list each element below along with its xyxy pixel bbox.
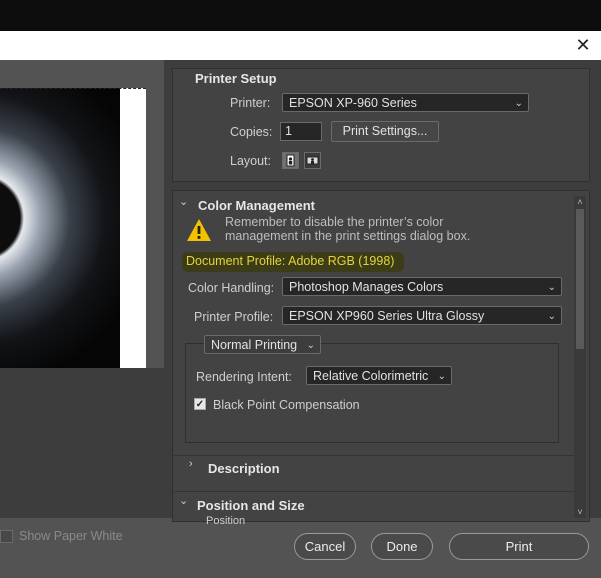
printer-profile-dropdown[interactable]: EPSON XP960 Series Ultra Glossy ⌄ (282, 306, 562, 325)
chevron-down-icon[interactable]: ⌄ (179, 494, 188, 507)
chevron-down-icon: ⌄ (437, 371, 446, 382)
chevron-down-icon: ⌄ (547, 282, 556, 293)
rendering-intent-dropdown[interactable]: Relative Colorimetric ⌄ (306, 366, 452, 385)
printing-mode-value: Normal Printing (211, 338, 298, 352)
preview-margin-line (0, 88, 146, 89)
black-point-checkbox[interactable]: ✓ (194, 398, 206, 410)
position-label: Position (206, 515, 246, 524)
show-paper-white-checkbox[interactable] (0, 529, 13, 543)
printer-profile-value: EPSON XP960 Series Ultra Glossy (289, 309, 485, 323)
printer-value: EPSON XP-960 Series (289, 96, 417, 110)
divider (174, 491, 574, 492)
printer-setup-title: Printer Setup (195, 71, 277, 86)
chevron-down-icon: ⌄ (306, 340, 315, 351)
rendering-intent-value: Relative Colorimetric (313, 369, 429, 383)
print-button[interactable]: Print (449, 533, 589, 560)
close-icon[interactable]: ✕ (573, 35, 593, 55)
chevron-down-icon: ⌄ (514, 98, 523, 109)
scrollbar-thumb[interactable] (576, 209, 584, 349)
document-profile-highlight: Document Profile: Adobe RGB (1998) (182, 252, 404, 272)
chevron-down-icon[interactable]: ⌄ (179, 195, 188, 208)
description-title[interactable]: Description (208, 461, 280, 476)
color-handling-label: Color Handling: (188, 281, 275, 295)
printing-mode-dropdown[interactable]: Normal Printing ⌄ (204, 335, 321, 354)
warning-text-line2: management in the print settings dialog … (225, 229, 471, 243)
divider (174, 455, 574, 456)
printer-label: Printer: (230, 96, 271, 110)
copies-label: Copies: (230, 125, 273, 139)
chevron-down-icon: ⌄ (547, 311, 556, 322)
show-paper-white-option[interactable]: Show Paper White (0, 529, 123, 543)
scroll-up-icon[interactable]: ˄ (574, 196, 586, 208)
color-handling-value: Photoshop Manages Colors (289, 280, 444, 294)
preview-image (0, 88, 120, 368)
warning-icon (186, 218, 212, 245)
black-point-label: Black Point Compensation (213, 398, 360, 412)
layout-label: Layout: (230, 154, 272, 168)
printer-dropdown[interactable]: EPSON XP-960 Series ⌄ (282, 93, 529, 112)
chevron-right-icon[interactable]: › (189, 458, 193, 470)
scroll-down-icon[interactable]: ˅ (574, 506, 586, 518)
dialog-titlebar: ✕ (0, 31, 601, 60)
position-size-title[interactable]: Position and Size (197, 498, 305, 513)
printing-options-group (185, 343, 559, 443)
portrait-layout-icon[interactable] (282, 152, 299, 169)
show-paper-white-label: Show Paper White (19, 529, 123, 543)
color-handling-dropdown[interactable]: Photoshop Manages Colors ⌄ (282, 277, 562, 296)
printer-profile-label: Printer Profile: (194, 310, 274, 324)
color-management-title: Color Management (198, 198, 316, 213)
rendering-intent-label: Rendering Intent: (196, 370, 292, 384)
warning-text-line1: Remember to disable the printer’s color (225, 215, 444, 229)
landscape-layout-icon[interactable] (304, 152, 321, 169)
preview-area-background (0, 368, 164, 518)
copies-input[interactable]: 1 (280, 122, 322, 141)
document-profile-text: Document Profile: Adobe RGB (1998) (186, 254, 395, 268)
top-strip (0, 0, 601, 31)
cancel-button[interactable]: Cancel (294, 533, 356, 560)
done-button[interactable]: Done (371, 533, 433, 560)
print-preview (0, 88, 146, 368)
print-settings-button[interactable]: Print Settings... (331, 121, 439, 142)
